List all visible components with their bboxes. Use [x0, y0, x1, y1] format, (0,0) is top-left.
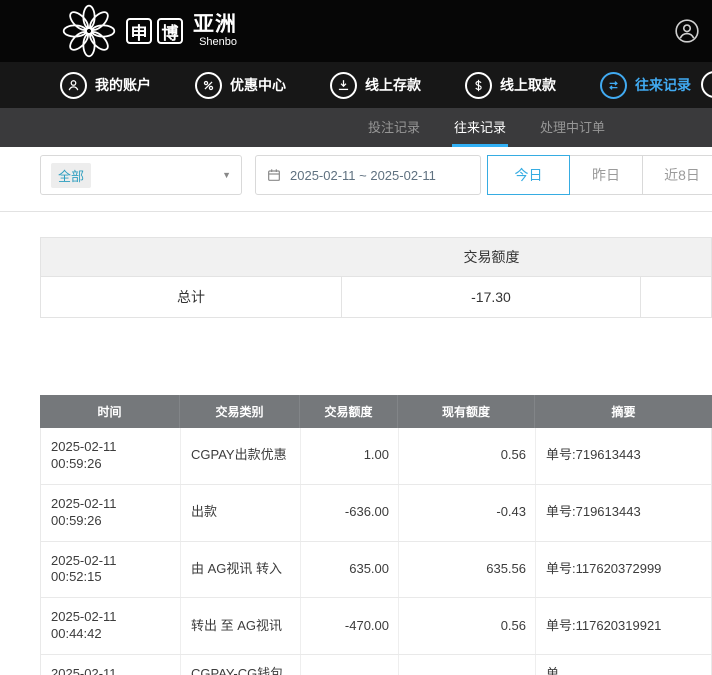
cell-type: 出款 [181, 485, 301, 541]
date-range-value: 2025-02-11 ~ 2025-02-11 [290, 168, 436, 183]
summary-header-spacer [41, 238, 342, 276]
top-brand-bar: 申 博 亚洲 Shenbo [0, 0, 712, 62]
cell-type: 转出 至 AG视讯 [181, 598, 301, 654]
summary-total-label: 总计 [41, 277, 342, 317]
brand-region-text: 亚洲 [193, 14, 237, 35]
column-header-note: 摘要 [535, 395, 712, 428]
table-row: 2025-02-11 00:59:26 出款 -636.00 -0.43 单号:… [40, 485, 712, 542]
brand-logo[interactable]: 申 博 亚洲 Shenbo [62, 4, 237, 58]
cell-amount: 635.00 [301, 542, 399, 598]
transaction-records-page: 申 博 亚洲 Shenbo 我的账户 [0, 0, 712, 675]
main-nav: 我的账户 优惠中心 线上存款 线上取款 [0, 62, 712, 108]
cell-balance: 0.56 [399, 598, 536, 654]
cell-amount: 1.00 [301, 428, 399, 484]
date-range-picker[interactable]: 2025-02-11 ~ 2025-02-11 [255, 155, 481, 195]
brand-boxed-name: 申 博 [126, 18, 183, 44]
type-filter-value: 全部 [51, 163, 91, 188]
cell-amount: 2.70 [301, 655, 399, 675]
quick-range-group: 今日 昨日 近8日 [487, 155, 712, 195]
account-avatar-icon[interactable] [674, 18, 700, 44]
nav-item-my-account[interactable]: 我的账户 [60, 72, 151, 99]
promo-icon [195, 72, 222, 99]
user-icon [60, 72, 87, 99]
nav-item-label: 我的账户 [95, 75, 151, 95]
type-filter-select[interactable]: 全部 ▼ [40, 155, 242, 195]
section-divider [0, 211, 712, 212]
records-table-header: 时间 交易类别 交易额度 现有额度 摘要 [40, 395, 712, 428]
brand-subtitle: Shenbo [199, 37, 237, 48]
brand-region-block: 亚洲 Shenbo [193, 14, 237, 48]
table-row: 2025-02-11 00:44:42 转出 至 AG视讯 -470.00 0.… [40, 598, 712, 655]
withdraw-icon [465, 72, 492, 99]
column-header-time: 时间 [40, 395, 180, 428]
cell-type: 由 AG视讯 转入 [181, 542, 301, 598]
cell-time: 2025-02-11 00:59:26 [41, 428, 181, 484]
tab-betting-records[interactable]: 投注记录 [366, 108, 422, 147]
nav-item-withdraw[interactable]: 线上取款 [465, 72, 556, 99]
chevron-down-icon: ▼ [222, 170, 231, 180]
yesterday-button[interactable]: 昨日 [569, 155, 643, 195]
cell-type: CGPAY出款优惠 [181, 428, 301, 484]
table-row: 2025-02-11 00:52:15 由 AG视讯 转入 635.00 635… [40, 542, 712, 599]
cell-type: CGPAY-CG钱包支付笔笔送优惠 [181, 655, 301, 675]
table-row: 2025-02-11 00:44:22 CGPAY-CG钱包支付笔笔送优惠 2.… [40, 655, 712, 675]
cell-balance: 635.56 [399, 542, 536, 598]
cell-note: 单号:719613443 [536, 428, 711, 484]
records-table-body: 2025-02-11 00:59:26 CGPAY出款优惠 1.00 0.56 … [40, 428, 712, 675]
nav-item-promotions[interactable]: 优惠中心 [195, 72, 286, 99]
cell-time: 2025-02-11 00:44:42 [41, 598, 181, 654]
cell-note: 单号:202502113868197972 [536, 655, 711, 675]
cell-time: 2025-02-11 00:52:15 [41, 542, 181, 598]
summary-header-row: 交易额度 [40, 237, 712, 277]
cell-balance: -0.43 [399, 485, 536, 541]
nav-item-label: 往来记录 [635, 75, 691, 95]
calendar-icon [266, 167, 282, 183]
brand-char: 博 [157, 18, 183, 44]
nav-item-deposit[interactable]: 线上存款 [330, 72, 421, 99]
cell-time: 2025-02-11 00:44:22 [41, 655, 181, 675]
summary-header-spacer [641, 238, 711, 276]
nav-item-transaction-records[interactable]: 往来记录 [600, 72, 691, 99]
nav-item-label: 优惠中心 [230, 75, 286, 95]
filter-bar: 全部 ▼ 2025-02-11 ~ 2025-02-11 今日 昨日 近8日 [40, 155, 712, 195]
summary-amount-header: 交易额度 [342, 238, 641, 276]
cell-note: 单号:117620319921 [536, 598, 711, 654]
nav-item-overflow-icon[interactable] [701, 71, 712, 98]
today-button[interactable]: 今日 [487, 155, 570, 195]
cell-amount: -636.00 [301, 485, 399, 541]
cell-balance: 0.56 [399, 428, 536, 484]
brand-char: 申 [126, 18, 152, 44]
cell-amount: -470.00 [301, 598, 399, 654]
cell-balance: 470.56 [399, 655, 536, 675]
cell-note: 单号:117620372999 [536, 542, 711, 598]
cell-time: 2025-02-11 00:59:26 [41, 485, 181, 541]
flower-logo-icon [62, 4, 116, 58]
column-header-balance: 现有额度 [398, 395, 535, 428]
deposit-icon [330, 72, 357, 99]
tab-transaction-records[interactable]: 往来记录 [452, 108, 508, 147]
tab-processing-orders[interactable]: 处理中订单 [538, 108, 607, 147]
records-table: 时间 交易类别 交易额度 现有额度 摘要 2025-02-11 00:59:26… [40, 395, 712, 675]
column-header-type: 交易类别 [180, 395, 300, 428]
records-icon [600, 72, 627, 99]
last-8-days-button[interactable]: 近8日 [642, 155, 712, 195]
summary-total-value: -17.30 [342, 277, 641, 317]
table-row: 2025-02-11 00:59:26 CGPAY出款优惠 1.00 0.56 … [40, 428, 712, 485]
nav-item-label: 线上存款 [365, 75, 421, 95]
records-subnav: 投注记录 往来记录 处理中订单 [0, 108, 712, 147]
cell-note: 单号:719613443 [536, 485, 711, 541]
nav-item-label: 线上取款 [500, 75, 556, 95]
summary-total-row: 总计 -17.30 [40, 277, 712, 318]
summary-total-spacer [641, 277, 711, 317]
summary-table: 交易额度 总计 -17.30 [40, 237, 712, 318]
column-header-amount: 交易额度 [300, 395, 398, 428]
